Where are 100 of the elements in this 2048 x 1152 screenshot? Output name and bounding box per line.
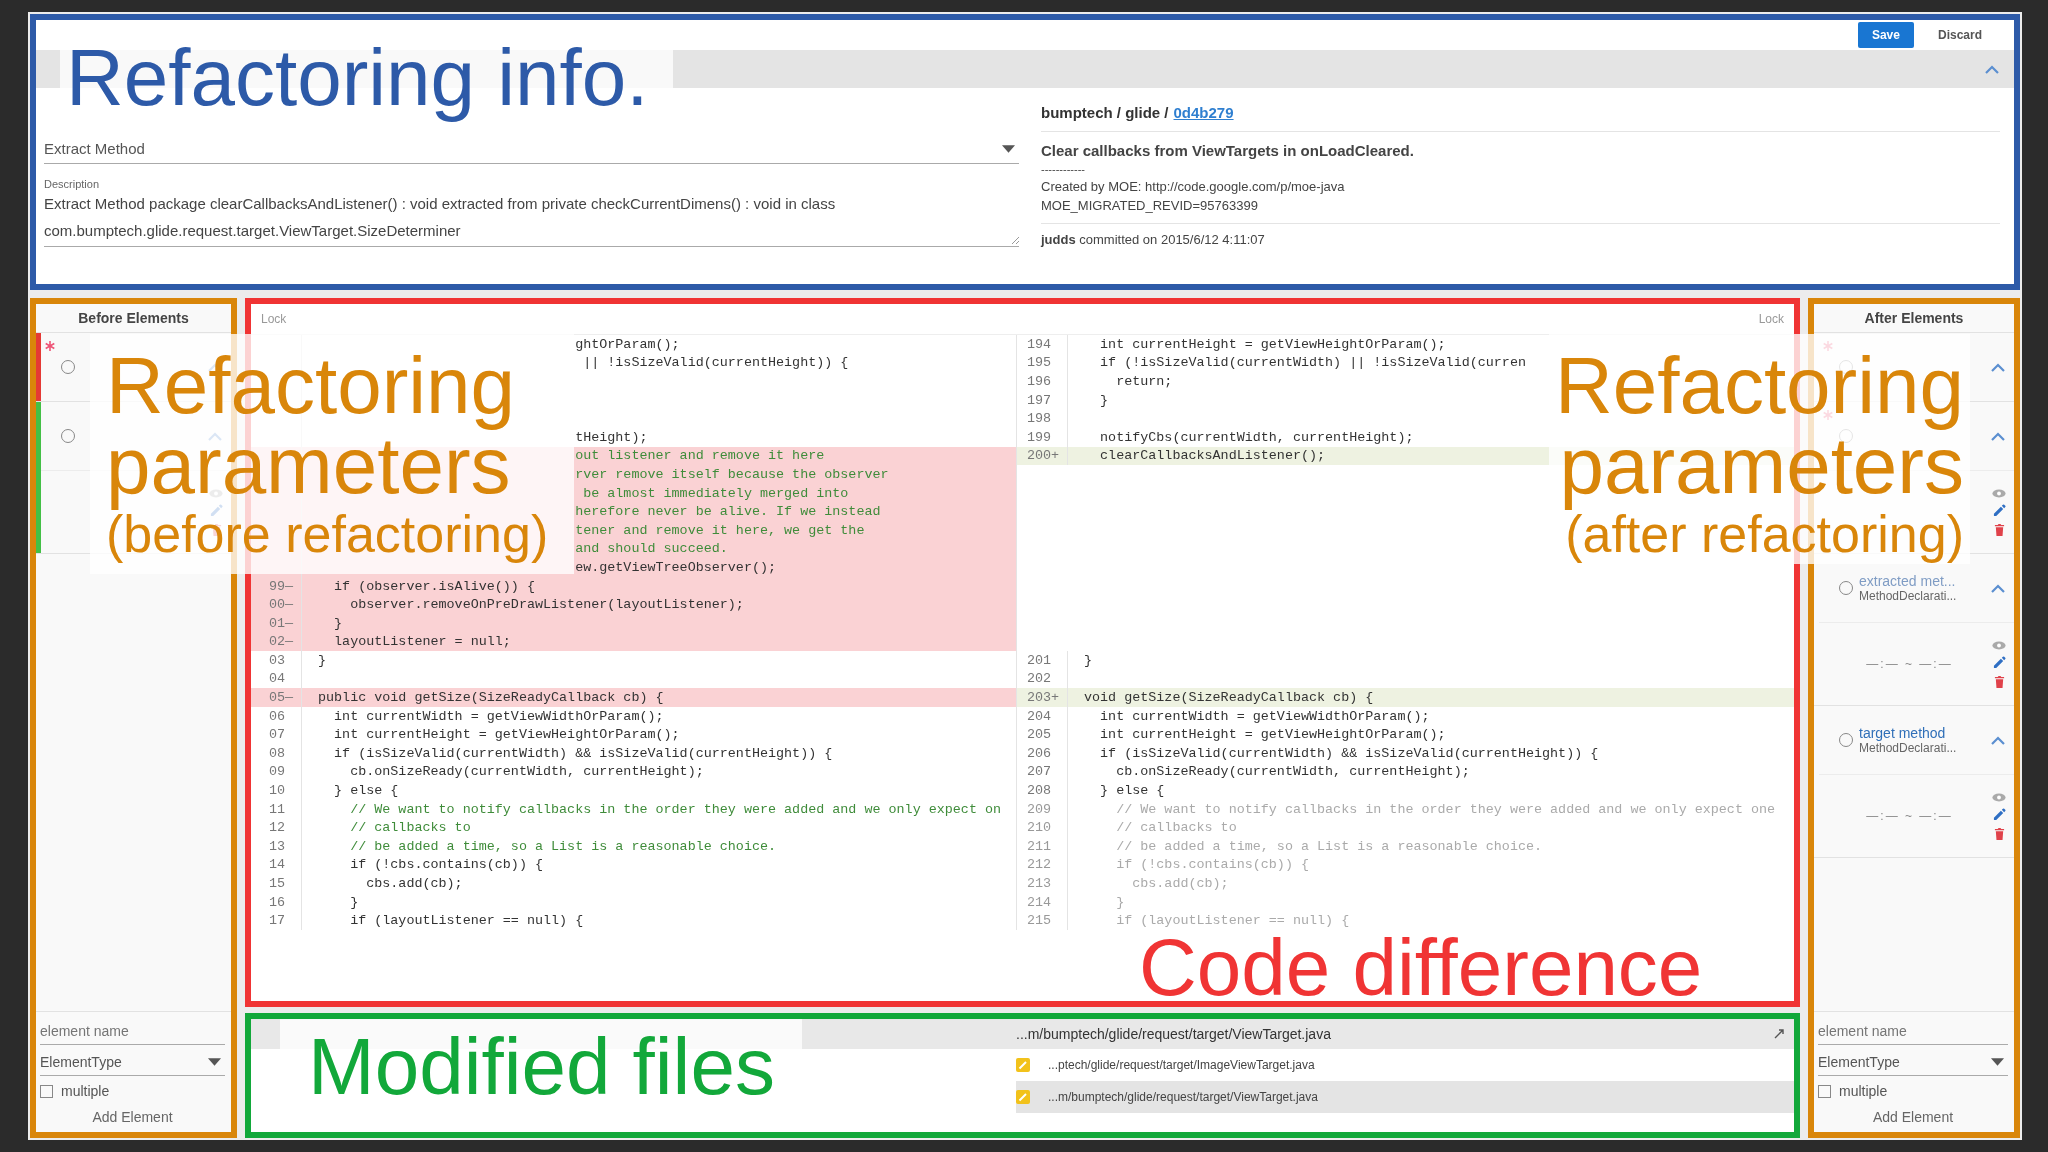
code-line: out listener and remove it here <box>575 448 825 464</box>
eye-icon[interactable] <box>1992 792 2006 802</box>
code-line: } <box>350 894 359 910</box>
code-line: and should succeed. <box>575 541 728 557</box>
repo-path: bumptech / glide / <box>1041 104 1169 121</box>
pencil-icon[interactable] <box>1992 503 2006 517</box>
line-number: 204 <box>1025 708 1051 724</box>
line-number: 01 <box>267 615 285 631</box>
add-element-button[interactable]: Add Element <box>92 1106 173 1128</box>
location-range: —:— ~ —:— <box>1865 809 1954 823</box>
trash-icon[interactable] <box>1993 522 2005 536</box>
line-number: 197 <box>1025 392 1051 408</box>
save-button[interactable]: Save <box>1857 22 1914 48</box>
expand-icon[interactable] <box>1774 1029 1784 1039</box>
dropdown-arrow-icon[interactable] <box>1991 1058 2004 1066</box>
dropdown-arrow-icon[interactable] <box>208 1058 221 1066</box>
code-line: if (isSizeValid(currentWidth) && isSizeValid(currentHeight)) { <box>334 745 833 761</box>
code-line: int currentHeight = getViewHeightOrParam(); <box>1100 336 1446 352</box>
code-line: } else { <box>1100 783 1165 799</box>
add-element-button[interactable]: Add Element <box>1872 1106 1954 1128</box>
line-number: 07 <box>267 727 285 743</box>
element-type-select[interactable]: ElementType <box>40 1049 225 1076</box>
diff-marker: — <box>285 578 295 594</box>
dropdown-arrow-icon[interactable] <box>1002 144 1015 153</box>
file-row[interactable]: ...ptech/glide/request/target/ImageViewTarget.java <box>1016 1049 1794 1081</box>
code-line: // We want to notify callbacks in the order they were added and we only expect one <box>1116 801 1776 817</box>
line-number: 200 <box>1025 448 1051 464</box>
line-number: 208 <box>1025 783 1051 799</box>
line-number: 08 <box>267 745 285 761</box>
element-type: MethodDeclarati... <box>1859 589 1957 603</box>
caret-up-icon[interactable] <box>1990 362 2006 372</box>
code-line: if (!isSizeValid(currentWidth) || !isSizeValid(curren <box>1100 355 1526 371</box>
pencil-icon[interactable] <box>1992 655 2006 669</box>
code-line: rver remove itself because the observer <box>575 466 889 482</box>
line-number: 196 <box>1025 374 1051 389</box>
checkbox[interactable] <box>1818 1084 1831 1098</box>
trash-icon[interactable] <box>1993 674 2005 688</box>
code-line: || !isSizeValid(currentHeight)) { <box>583 355 849 371</box>
code-line: void getSize(SizeReadyCallback cb) { <box>1084 690 1374 706</box>
lock-button[interactable]: Lock <box>251 308 297 330</box>
caret-up-icon[interactable] <box>1984 64 2000 74</box>
code-line: notifyCbs(currentWidth, currentHeight); <box>1100 429 1414 445</box>
code-line: int currentHeight = getViewHeightOrParam(); <box>334 727 680 743</box>
line-number: 215 <box>1025 913 1051 929</box>
code-line: int currentHeight = getViewHeightOrParam(); <box>1100 727 1446 743</box>
diff-marker: — <box>285 615 295 631</box>
caret-up-icon[interactable] <box>1990 735 2006 745</box>
code-line: if (layoutListener == null) { <box>1116 913 1350 929</box>
code-line: } <box>334 615 343 631</box>
line-number: 05 <box>267 690 285 706</box>
code-line: // be added a time, so a List is a reasonable choice. <box>350 838 777 854</box>
code-line: cb.onSizeReady(currentWidth, currentHeight); <box>1116 764 1470 780</box>
line-number: 214 <box>1025 894 1051 910</box>
commit-detail: Created by MOE: http://code.google.com/p/moe-java <box>1041 179 1346 194</box>
commit-author-line: judds committed on 2015/6/12 4:11:07 <box>1041 223 2000 247</box>
code-line: if (!cbs.contains(cb)) { <box>350 857 543 873</box>
file-path: ...ptech/glide/request/target/ImageViewTarget.java <box>1048 1058 1316 1072</box>
location-range: —:— ~ —:— <box>1865 657 1954 671</box>
description-field[interactable]: Extract Method package clearCallbacksAndListener() : void extracted from private checkCurrentDimens() : void in class com.bumptech.glide.request.target.ViewTarget.SizeDeterminer <box>44 190 1019 247</box>
code-line: } <box>1100 392 1109 408</box>
line-number: 206 <box>1025 745 1051 761</box>
diff-marker: + <box>1051 448 1061 464</box>
trash-icon[interactable] <box>1993 826 2005 840</box>
code-line: if (observer.isAlive()) { <box>334 578 535 594</box>
line-number: 209 <box>1025 801 1051 817</box>
code-line: int currentWidth = getViewWidthOrParam(); <box>1100 708 1430 724</box>
file-path: ...m/bumptech/glide/request/target/ViewTarget.java <box>1048 1090 1319 1104</box>
line-number: 15 <box>267 876 285 891</box>
eye-icon[interactable] <box>1992 640 2006 650</box>
diff-marker: — <box>285 597 295 613</box>
code-line: } <box>318 652 327 668</box>
code-line: cb.onSizeReady(currentWidth, currentHeight); <box>350 764 704 780</box>
line-number: 211 <box>1025 838 1051 854</box>
diff-marker: + <box>1051 690 1061 706</box>
code-line: // callbacks to <box>1116 820 1237 836</box>
pencil-icon[interactable] <box>1992 807 2006 821</box>
annotation-title: Modified files <box>308 1027 776 1107</box>
code-line: cbs.add(cb); <box>366 876 463 891</box>
element-name-field[interactable]: element name <box>40 1018 225 1045</box>
caret-up-icon[interactable] <box>1990 431 2006 441</box>
code-line: if (!cbs.contains(cb)) { <box>1116 857 1309 873</box>
resize-grip-icon[interactable] <box>1011 236 1019 244</box>
element-type-select[interactable]: ElementType <box>1818 1049 2008 1076</box>
checkbox[interactable] <box>40 1084 53 1098</box>
code-line: if (isSizeValid(currentWidth) && isSizeValid(currentHeight)) { <box>1100 745 1599 761</box>
refactoring-type-select[interactable]: Extract Method <box>44 134 1019 164</box>
element-name-field[interactable]: element name <box>1818 1018 2008 1045</box>
caret-up-icon[interactable] <box>1990 583 2006 593</box>
lock-button[interactable]: Lock <box>1748 308 1794 330</box>
element-name[interactable]: target method <box>1859 725 1946 741</box>
commit-link[interactable]: 0d4b279 <box>1173 104 1234 121</box>
discard-button[interactable]: Discard <box>1923 22 1996 48</box>
file-row[interactable]: ...m/bumptech/glide/request/target/ViewTarget.java <box>1016 1081 1794 1113</box>
field-label: Description <box>44 178 100 190</box>
code-line: herefore never be alive. If we instead <box>575 504 881 520</box>
line-number: 11 <box>267 801 285 817</box>
line-number: 02 <box>267 634 285 650</box>
code-line: // callbacks to <box>350 820 471 836</box>
eye-icon[interactable] <box>1992 488 2006 498</box>
code-line: cbs.add(cb); <box>1132 876 1229 891</box>
